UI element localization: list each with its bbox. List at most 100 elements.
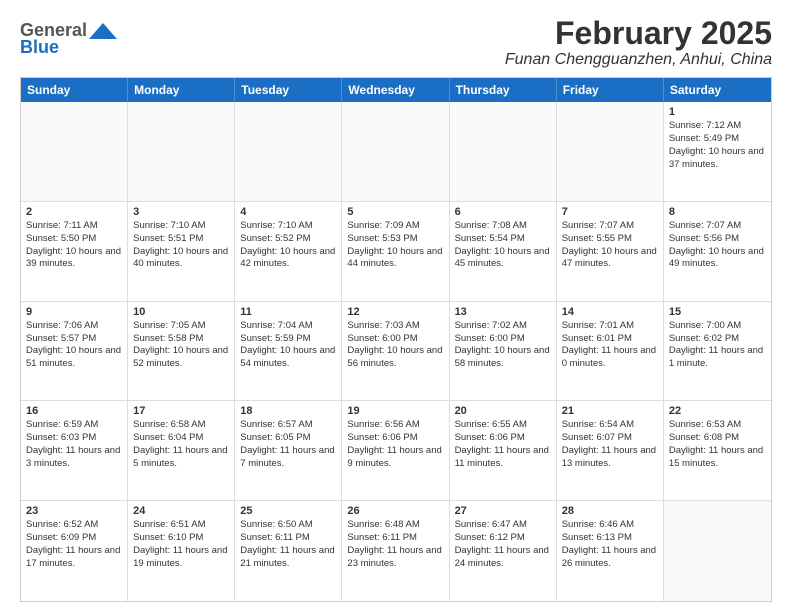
day-info: Sunrise: 6:59 AM Sunset: 6:03 PM Dayligh…: [26, 419, 122, 470]
day-number: 2: [26, 206, 122, 218]
day-info: Sunrise: 6:56 AM Sunset: 6:06 PM Dayligh…: [347, 419, 443, 470]
day-number: 13: [455, 306, 551, 318]
cal-cell-w0-d0: [21, 102, 128, 201]
week-row-4: 23 Sunrise: 6:52 AM Sunset: 6:09 PM Dayli…: [21, 501, 771, 601]
cal-cell-w2-d5: 14 Sunrise: 7:01 AM Sunset: 6:01 PM Dayli…: [557, 302, 664, 401]
day-number: 16: [26, 405, 122, 417]
cal-cell-w2-d0: 9 Sunrise: 7:06 AM Sunset: 5:57 PM Daylig…: [21, 302, 128, 401]
day-number: 19: [347, 405, 443, 417]
cal-cell-w0-d1: [128, 102, 235, 201]
cal-cell-w1-d0: 2 Sunrise: 7:11 AM Sunset: 5:50 PM Daylig…: [21, 202, 128, 301]
day-info: Sunrise: 7:04 AM Sunset: 5:59 PM Dayligh…: [240, 320, 336, 371]
day-info: Sunrise: 7:10 AM Sunset: 5:51 PM Dayligh…: [133, 220, 229, 271]
day-number: 11: [240, 306, 336, 318]
day-info: Sunrise: 6:46 AM Sunset: 6:13 PM Dayligh…: [562, 519, 658, 570]
day-info: Sunrise: 6:57 AM Sunset: 6:05 PM Dayligh…: [240, 419, 336, 470]
day-info: Sunrise: 6:47 AM Sunset: 6:12 PM Dayligh…: [455, 519, 551, 570]
logo-blue-text: Blue: [20, 37, 59, 58]
calendar-header: Sunday Monday Tuesday Wednesday Thursday…: [21, 78, 771, 102]
cal-cell-w3-d1: 17Sunrise: 6:58 AM Sunset: 6:04 PM Dayli…: [128, 401, 235, 500]
cal-cell-w3-d0: 16 Sunrise: 6:59 AM Sunset: 6:03 PM Dayli…: [21, 401, 128, 500]
day-number: 15: [669, 306, 766, 318]
cal-cell-w4-d4: 27 Sunrise: 6:47 AM Sunset: 6:12 PM Dayli…: [450, 501, 557, 601]
cal-cell-w1-d1: 3 Sunrise: 7:10 AM Sunset: 5:51 PM Daylig…: [128, 202, 235, 301]
calendar: Sunday Monday Tuesday Wednesday Thursday…: [20, 77, 772, 602]
cal-cell-w2-d6: 15 Sunrise: 7:00 AM Sunset: 6:02 PM Dayli…: [664, 302, 771, 401]
week-row-3: 16 Sunrise: 6:59 AM Sunset: 6:03 PM Dayli…: [21, 401, 771, 501]
day-info: Sunrise: 6:54 AM Sunset: 6:07 PM Dayligh…: [562, 419, 658, 470]
month-title: February 2025: [505, 16, 772, 51]
cal-cell-w4-d0: 23 Sunrise: 6:52 AM Sunset: 6:09 PM Dayli…: [21, 501, 128, 601]
day-number: 25: [240, 505, 336, 517]
day-number: 28: [562, 505, 658, 517]
day-info: Sunrise: 6:50 AM Sunset: 6:11 PM Dayligh…: [240, 519, 336, 570]
header: General Blue February 2025 Funan Chenggu…: [20, 16, 772, 69]
day-number: 24: [133, 505, 229, 517]
day-info: Sunrise: 6:51 AM Sunset: 6:10 PM Dayligh…: [133, 519, 229, 570]
day-number: 9: [26, 306, 122, 318]
cal-cell-w3-d6: 22 Sunrise: 6:53 AM Sunset: 6:08 PM Dayli…: [664, 401, 771, 500]
day-info: Sunrise: 7:11 AM Sunset: 5:50 PM Dayligh…: [26, 220, 122, 271]
cal-cell-w3-d3: 19 Sunrise: 6:56 AM Sunset: 6:06 PM Dayli…: [342, 401, 449, 500]
header-thursday: Thursday: [450, 78, 557, 102]
cal-cell-w0-d4: [450, 102, 557, 201]
day-number: 23: [26, 505, 122, 517]
cal-cell-w1-d3: 5Sunrise: 7:09 AM Sunset: 5:53 PM Daylig…: [342, 202, 449, 301]
day-number: 8: [669, 206, 766, 218]
day-number: 3: [133, 206, 229, 218]
day-info: Sunrise: 6:58 AM Sunset: 6:04 PM Dayligh…: [133, 419, 229, 470]
header-monday: Monday: [128, 78, 235, 102]
day-info: Sunrise: 6:53 AM Sunset: 6:08 PM Dayligh…: [669, 419, 766, 470]
week-row-2: 9 Sunrise: 7:06 AM Sunset: 5:57 PM Daylig…: [21, 302, 771, 402]
day-number: 10: [133, 306, 229, 318]
day-info: Sunrise: 6:55 AM Sunset: 6:06 PM Dayligh…: [455, 419, 551, 470]
day-number: 27: [455, 505, 551, 517]
page: General Blue February 2025 Funan Chenggu…: [0, 0, 792, 612]
day-info: Sunrise: 7:05 AM Sunset: 5:58 PM Dayligh…: [133, 320, 229, 371]
day-info: Sunrise: 7:02 AM Sunset: 6:00 PM Dayligh…: [455, 320, 551, 371]
day-number: 12: [347, 306, 443, 318]
cal-cell-w0-d3: [342, 102, 449, 201]
day-info: Sunrise: 7:00 AM Sunset: 6:02 PM Dayligh…: [669, 320, 766, 371]
week-row-1: 2 Sunrise: 7:11 AM Sunset: 5:50 PM Daylig…: [21, 202, 771, 302]
logo: General Blue: [20, 20, 117, 58]
cal-cell-w2-d2: 11 Sunrise: 7:04 AM Sunset: 5:59 PM Dayli…: [235, 302, 342, 401]
day-info: Sunrise: 7:01 AM Sunset: 6:01 PM Dayligh…: [562, 320, 658, 371]
day-info: Sunrise: 7:08 AM Sunset: 5:54 PM Dayligh…: [455, 220, 551, 271]
day-number: 22: [669, 405, 766, 417]
day-info: Sunrise: 7:09 AM Sunset: 5:53 PM Dayligh…: [347, 220, 443, 271]
cal-cell-w2-d1: 10 Sunrise: 7:05 AM Sunset: 5:58 PM Dayli…: [128, 302, 235, 401]
title-block: February 2025 Funan Chengguanzhen, Anhui…: [505, 16, 772, 69]
day-info: Sunrise: 7:12 AM Sunset: 5:49 PM Dayligh…: [669, 120, 766, 171]
day-info: Sunrise: 6:52 AM Sunset: 6:09 PM Dayligh…: [26, 519, 122, 570]
cal-cell-w4-d2: 25 Sunrise: 6:50 AM Sunset: 6:11 PM Dayli…: [235, 501, 342, 601]
cal-cell-w0-d2: [235, 102, 342, 201]
cal-cell-w1-d6: 8 Sunrise: 7:07 AM Sunset: 5:56 PM Daylig…: [664, 202, 771, 301]
calendar-body: 1 Sunrise: 7:12 AM Sunset: 5:49 PM Daylig…: [21, 102, 771, 601]
cal-cell-w4-d3: 26 Sunrise: 6:48 AM Sunset: 6:11 PM Dayli…: [342, 501, 449, 601]
day-info: Sunrise: 7:07 AM Sunset: 5:56 PM Dayligh…: [669, 220, 766, 271]
cal-cell-w3-d2: 18Sunrise: 6:57 AM Sunset: 6:05 PM Dayli…: [235, 401, 342, 500]
day-number: 6: [455, 206, 551, 218]
day-number: 7: [562, 206, 658, 218]
day-number: 1: [669, 106, 766, 118]
day-info: Sunrise: 7:10 AM Sunset: 5:52 PM Dayligh…: [240, 220, 336, 271]
cal-cell-w1-d4: 6 Sunrise: 7:08 AM Sunset: 5:54 PM Daylig…: [450, 202, 557, 301]
cal-cell-w2-d4: 13 Sunrise: 7:02 AM Sunset: 6:00 PM Dayli…: [450, 302, 557, 401]
cal-cell-w1-d2: 4Sunrise: 7:10 AM Sunset: 5:52 PM Daylig…: [235, 202, 342, 301]
header-saturday: Saturday: [664, 78, 771, 102]
header-friday: Friday: [557, 78, 664, 102]
day-number: 26: [347, 505, 443, 517]
cal-cell-w3-d4: 20Sunrise: 6:55 AM Sunset: 6:06 PM Dayli…: [450, 401, 557, 500]
cal-cell-w0-d6: 1 Sunrise: 7:12 AM Sunset: 5:49 PM Daylig…: [664, 102, 771, 201]
cal-cell-w4-d6: [664, 501, 771, 601]
day-info: Sunrise: 7:07 AM Sunset: 5:55 PM Dayligh…: [562, 220, 658, 271]
day-info: Sunrise: 7:06 AM Sunset: 5:57 PM Dayligh…: [26, 320, 122, 371]
cal-cell-w2-d3: 12 Sunrise: 7:03 AM Sunset: 6:00 PM Dayli…: [342, 302, 449, 401]
day-info: Sunrise: 7:03 AM Sunset: 6:00 PM Dayligh…: [347, 320, 443, 371]
day-number: 14: [562, 306, 658, 318]
day-info: Sunrise: 6:48 AM Sunset: 6:11 PM Dayligh…: [347, 519, 443, 570]
logo-icon: [89, 21, 117, 41]
header-tuesday: Tuesday: [235, 78, 342, 102]
cal-cell-w0-d5: [557, 102, 664, 201]
